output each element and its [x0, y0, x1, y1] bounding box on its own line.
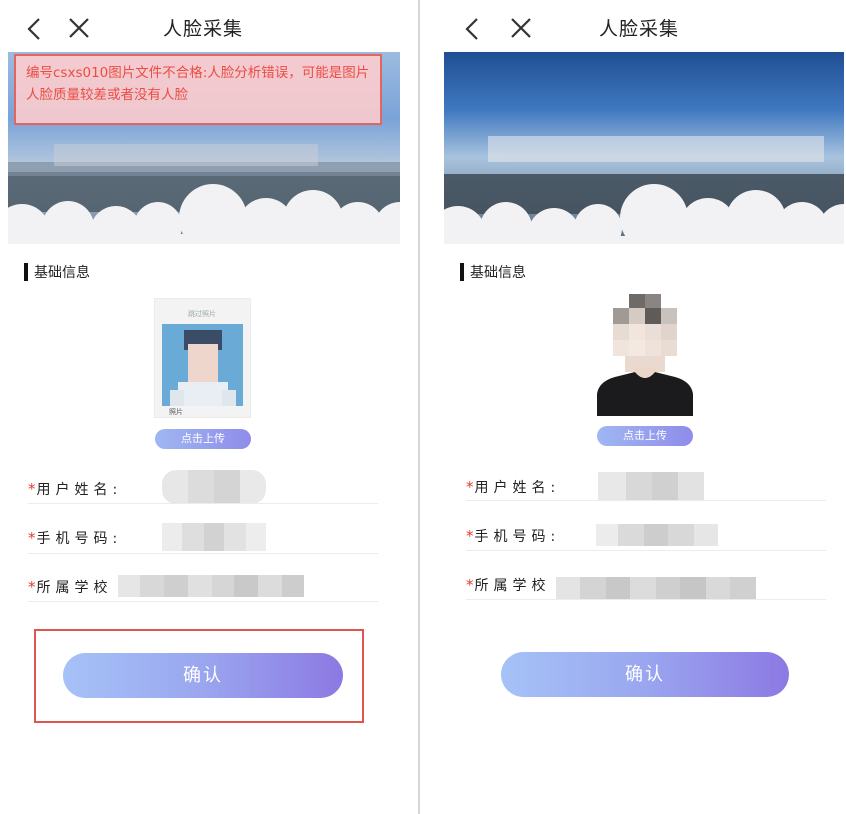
divider [466, 599, 826, 600]
divider [28, 601, 378, 602]
required-mark: * [28, 578, 36, 596]
error-message: 编号csxs010图片文件不合格:人脸分析错误，可能是图片人脸质量较差或者没有人… [26, 65, 370, 103]
section-header: 基础信息 [24, 262, 90, 282]
divider [466, 500, 826, 501]
page-title: 人脸采集 [598, 18, 679, 40]
confirm-button[interactable]: 确认 [63, 653, 343, 698]
error-toast: 编号csxs010图片文件不合格:人脸分析错误，可能是图片人脸质量较差或者没有人… [14, 54, 382, 125]
name-value-redacted[interactable] [162, 470, 266, 504]
screen-gap [414, 0, 432, 814]
id-photo-placeholder[interactable]: 跳过照片 照片 [154, 298, 251, 418]
required-mark: * [466, 527, 474, 545]
section-title: 基础信息 [34, 265, 90, 281]
phone-field: * 手机号码: [466, 521, 560, 551]
right-screen: 人脸采集 基础信息 点击上传 * 用户姓名: * 手机号码: * 所属学校 确认 [432, 0, 846, 814]
phone-value-redacted[interactable] [596, 524, 718, 546]
city-banner [444, 52, 844, 244]
section-marker [24, 263, 28, 281]
school-value-redacted[interactable] [118, 575, 304, 597]
phone-label: 手机号码: [474, 529, 561, 545]
phone-value-redacted[interactable] [162, 523, 266, 551]
left-screen: 人脸采集 编号csxs010图片文件不合格:人脸分析错误，可能是图片人脸质量较差… [0, 0, 414, 814]
phone-label: 手机号码: [36, 531, 123, 547]
name-field: * 用户姓名: [28, 474, 122, 504]
school-label: 所属学校 [36, 580, 113, 596]
page-title: 人脸采集 [162, 18, 243, 40]
divider [28, 553, 378, 554]
divider [28, 503, 378, 504]
required-mark: * [28, 529, 36, 547]
top-nav-bar: 人脸采集 [432, 0, 846, 48]
name-label: 用户姓名: [474, 480, 561, 496]
confirm-button[interactable]: 确认 [501, 652, 789, 697]
school-field: * 所属学校 [466, 570, 551, 600]
name-field: * 用户姓名: [466, 472, 560, 502]
upload-button[interactable]: 点击上传 [597, 426, 693, 446]
phone-field: * 手机号码: [28, 523, 122, 553]
section-marker [460, 263, 464, 281]
card-caption: 跳过照片 [188, 309, 216, 318]
screen-divider [418, 0, 420, 814]
card-name-tag: 照片 [169, 407, 183, 416]
school-value-redacted[interactable] [556, 577, 756, 599]
top-nav-bar: 人脸采集 [0, 0, 414, 48]
required-mark: * [466, 576, 474, 594]
uploaded-face-photo[interactable] [595, 292, 695, 416]
school-field: * 所属学校 [28, 572, 113, 602]
section-header: 基础信息 [460, 262, 526, 282]
required-mark: * [28, 480, 36, 498]
school-label: 所属学校 [474, 578, 551, 594]
name-value-redacted[interactable] [598, 472, 704, 500]
section-title: 基础信息 [470, 265, 526, 281]
required-mark: * [466, 478, 474, 496]
upload-button[interactable]: 点击上传 [155, 429, 251, 449]
divider [466, 550, 826, 551]
name-label: 用户姓名: [36, 482, 123, 498]
